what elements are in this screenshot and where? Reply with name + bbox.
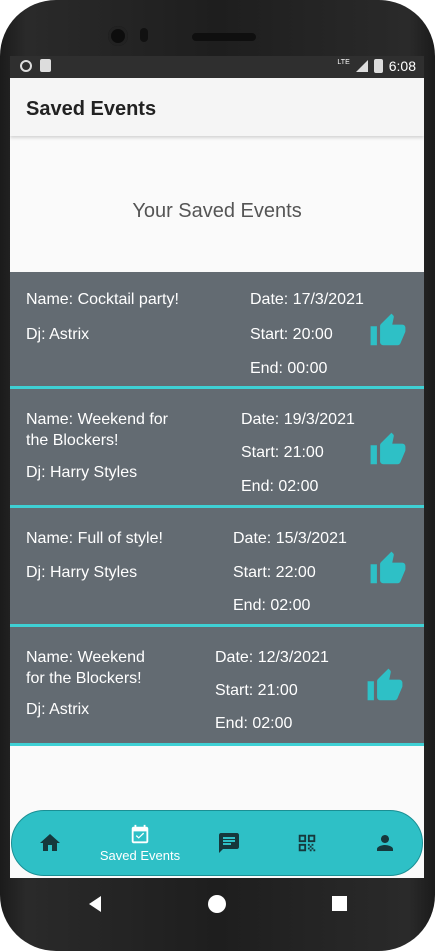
phone-top-bezel xyxy=(0,0,435,56)
event-card[interactable]: Name: Cocktail party! Dj: Astrix Date: 1… xyxy=(10,272,424,389)
event-end: End: 02:00 xyxy=(233,597,311,614)
event-name: Name: Full of style! xyxy=(26,530,163,547)
nav-home[interactable] xyxy=(30,811,70,875)
status-bar: LTE 6:08 xyxy=(10,56,424,78)
back-icon[interactable] xyxy=(86,895,104,913)
event-date: Date: 17/3/2021 xyxy=(250,291,364,308)
event-end: End: 02:00 xyxy=(215,715,293,732)
network-type: LTE xyxy=(337,58,350,66)
signal-icon xyxy=(355,60,368,72)
event-end: End: 02:00 xyxy=(241,478,319,495)
qr-code-icon xyxy=(298,834,316,852)
app-bar: Saved Events xyxy=(10,78,424,136)
event-name: Name: Weekend for the Blockers! xyxy=(26,411,168,449)
event-name: Name: Cocktail party! xyxy=(26,291,179,308)
earpiece-speaker xyxy=(192,33,256,41)
event-date: Date: 12/3/2021 xyxy=(215,649,329,666)
event-dj: Dj: Harry Styles xyxy=(26,464,138,481)
nav-chat[interactable] xyxy=(209,811,249,875)
bottom-navigation: Saved Events xyxy=(11,810,423,876)
camera-lens xyxy=(108,26,128,46)
person-icon xyxy=(377,835,393,851)
event-card[interactable]: Name: Weekend for the Blockers! Dj: Astr… xyxy=(10,627,424,746)
thumb-up-icon[interactable] xyxy=(366,312,410,350)
screen: LTE 6:08 Saved Events Your Saved Events … xyxy=(10,56,424,878)
notification-circle-icon xyxy=(20,59,32,72)
event-card[interactable]: Name: Full of style! Dj: Harry Styles Da… xyxy=(10,508,424,627)
event-start: Start: 21:00 xyxy=(215,682,298,699)
event-start: Start: 20:00 xyxy=(250,326,333,343)
section-heading: Your Saved Events xyxy=(132,200,302,222)
system-navigation-bar xyxy=(0,878,435,951)
event-start: Start: 22:00 xyxy=(233,564,316,581)
event-card[interactable]: Name: Weekend for the Blockers! Dj: Harr… xyxy=(10,389,424,508)
chat-icon xyxy=(219,833,239,853)
nav-qr[interactable] xyxy=(287,811,327,875)
thumb-up-icon[interactable] xyxy=(366,550,410,588)
event-dj: Dj: Astrix xyxy=(26,326,90,343)
nav-saved-events[interactable]: Saved Events xyxy=(90,811,190,875)
phone-frame: LTE 6:08 Saved Events Your Saved Events … xyxy=(0,0,435,951)
thumb-up-icon[interactable] xyxy=(366,431,410,469)
clock: 6:08 xyxy=(388,58,416,74)
event-date: Date: 15/3/2021 xyxy=(233,530,347,547)
recents-icon[interactable] xyxy=(331,895,348,912)
nav-label-saved-events: Saved Events xyxy=(99,847,181,863)
page-title: Saved Events xyxy=(26,98,157,120)
event-name: Name: Weekend for the Blockers! xyxy=(26,649,145,687)
battery-icon xyxy=(373,59,383,73)
proximity-sensor xyxy=(140,28,148,42)
event-dj: Dj: Harry Styles xyxy=(26,564,138,581)
sd-card-icon xyxy=(40,59,51,72)
event-dj: Dj: Astrix xyxy=(26,701,90,718)
home-icon xyxy=(40,834,60,851)
event-end: End: 00:00 xyxy=(250,360,328,377)
event-date: Date: 19/3/2021 xyxy=(241,411,355,428)
home-button-icon[interactable] xyxy=(207,894,227,914)
nav-profile[interactable] xyxy=(365,811,405,875)
calendar-check-icon xyxy=(131,824,149,843)
event-start: Start: 21:00 xyxy=(241,444,324,461)
thumb-up-icon[interactable] xyxy=(363,667,407,705)
